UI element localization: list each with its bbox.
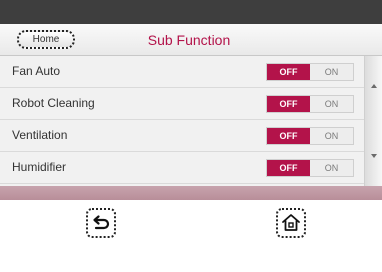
on-option[interactable]: ON [310, 128, 353, 144]
row-label: Humidifier [12, 160, 67, 174]
off-option[interactable]: OFF [267, 128, 310, 144]
list-item-robot-cleaning: Robot Cleaning OFF ON [0, 88, 364, 120]
back-arrow-icon [93, 215, 110, 230]
list-item-humidifier: Humidifier OFF ON [0, 152, 364, 184]
on-option[interactable]: ON [310, 160, 353, 176]
scroll-up-arrow-icon[interactable] [371, 84, 377, 88]
list-item-ventilation: Ventilation OFF ON [0, 120, 364, 152]
robot-cleaning-toggle: OFF ON [266, 95, 354, 113]
on-option[interactable]: ON [310, 64, 353, 80]
status-bar [0, 0, 382, 24]
home-icon [282, 214, 300, 231]
row-label: Fan Auto [12, 64, 61, 78]
ventilation-toggle: OFF ON [266, 127, 354, 145]
row-label: Ventilation [12, 128, 68, 142]
home-button[interactable]: Home [17, 30, 75, 49]
home-nav-button[interactable] [276, 208, 306, 238]
fan-auto-toggle: OFF ON [266, 63, 354, 81]
off-option[interactable]: OFF [267, 160, 310, 176]
footer-bar [0, 186, 382, 200]
row-label: Robot Cleaning [12, 96, 95, 110]
list-item-fan-auto: Fan Auto OFF ON [0, 56, 364, 88]
scrollbar[interactable] [364, 56, 382, 186]
settings-list: Fan Auto OFF ON Robot Cleaning OFF ON Ve… [0, 56, 382, 186]
humidifier-toggle: OFF ON [266, 159, 354, 177]
scroll-down-arrow-icon[interactable] [371, 154, 377, 158]
off-option[interactable]: OFF [267, 96, 310, 112]
back-button[interactable] [86, 208, 116, 238]
page-title: Sub Function [147, 32, 231, 48]
off-option[interactable]: OFF [267, 64, 310, 80]
on-option[interactable]: ON [310, 96, 353, 112]
header-bar: Home Sub Function [0, 24, 382, 56]
